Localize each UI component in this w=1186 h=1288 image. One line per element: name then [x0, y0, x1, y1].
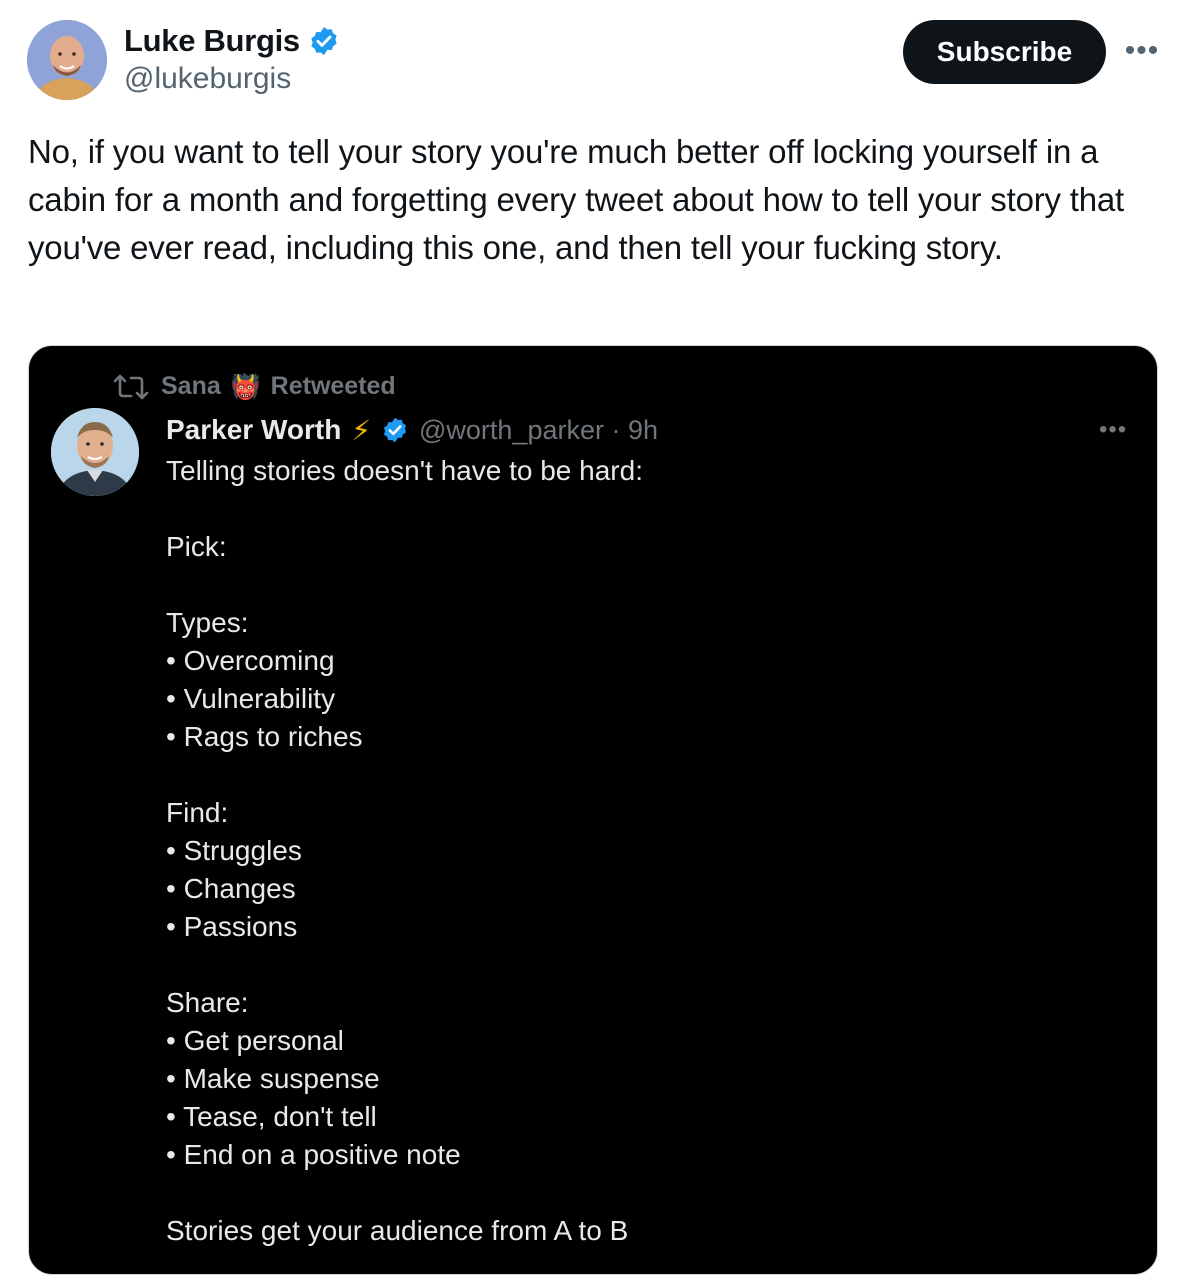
more-options-icon[interactable]: •••	[1122, 34, 1162, 67]
embedded-line: • Get personal	[166, 1025, 344, 1056]
retweet-icon	[113, 374, 149, 399]
verified-badge-icon	[383, 417, 407, 443]
embedded-line: Telling stories doesn't have to be hard:	[166, 455, 643, 486]
verified-badge-icon	[311, 27, 337, 55]
embedded-line: • Changes	[166, 873, 296, 904]
author-avatar[interactable]	[27, 20, 107, 100]
tweet-text: No, if you want to tell your story you'r…	[28, 133, 1125, 266]
embedded-line	[166, 756, 1116, 794]
embedded-screenshot[interactable]: Sana 👹 Retweeted Parker Worth ⚡ @worth_p…	[28, 345, 1158, 1275]
tweet: Luke Burgis @lukeburgis Subscribe ••• No…	[0, 0, 1186, 1288]
embedded-line	[166, 1174, 1116, 1212]
author-handle[interactable]: @lukeburgis	[124, 62, 291, 96]
embedded-line: • Tease, don't tell	[166, 1101, 377, 1132]
subscribe-button[interactable]: Subscribe	[903, 20, 1106, 84]
embedded-line: • Overcoming	[166, 645, 335, 676]
embedded-line: Stories get your audience from A to B	[166, 1215, 629, 1246]
embedded-line: Find:	[166, 797, 229, 828]
embedded-line: Pick:	[166, 531, 227, 562]
embedded-line: • Make suspense	[166, 1063, 380, 1094]
embedded-author-handle-time[interactable]: @worth_parker · 9h	[419, 415, 658, 446]
embedded-line: • Vulnerability	[166, 683, 336, 714]
embedded-line: • End on a positive note	[166, 1139, 461, 1170]
embedded-line: • Passions	[166, 911, 298, 942]
lightning-bolt-icon: ⚡	[351, 413, 371, 447]
embedded-line: Share:	[166, 987, 249, 1018]
embedded-author-name[interactable]: Parker Worth	[166, 414, 341, 446]
avatar-photo-icon	[27, 20, 107, 100]
embedded-author-row: Parker Worth ⚡ @worth_parker · 9h	[166, 410, 658, 450]
embedded-tweet-body: Telling stories doesn't have to be hard:…	[166, 452, 1116, 1250]
ogre-emoji-icon: 👹	[230, 372, 261, 401]
embedded-author-avatar[interactable]	[51, 408, 139, 496]
embedded-line: • Rags to riches	[166, 721, 363, 752]
retweeted-by-name[interactable]: Sana	[161, 372, 221, 401]
author-name[interactable]: Luke Burgis	[124, 23, 300, 59]
embedded-line	[166, 566, 1116, 604]
embedded-line: • Struggles	[166, 835, 302, 866]
embedded-line	[166, 946, 1116, 984]
avatar-photo-icon	[51, 408, 139, 496]
embedded-line	[166, 490, 1116, 528]
author-name-row: Luke Burgis	[124, 22, 340, 60]
retweeted-label: Retweeted	[270, 372, 396, 400]
embedded-more-icon: •••	[1099, 416, 1128, 443]
retweet-context: Sana 👹 Retweeted	[111, 372, 396, 401]
embedded-line: Types:	[166, 607, 249, 638]
